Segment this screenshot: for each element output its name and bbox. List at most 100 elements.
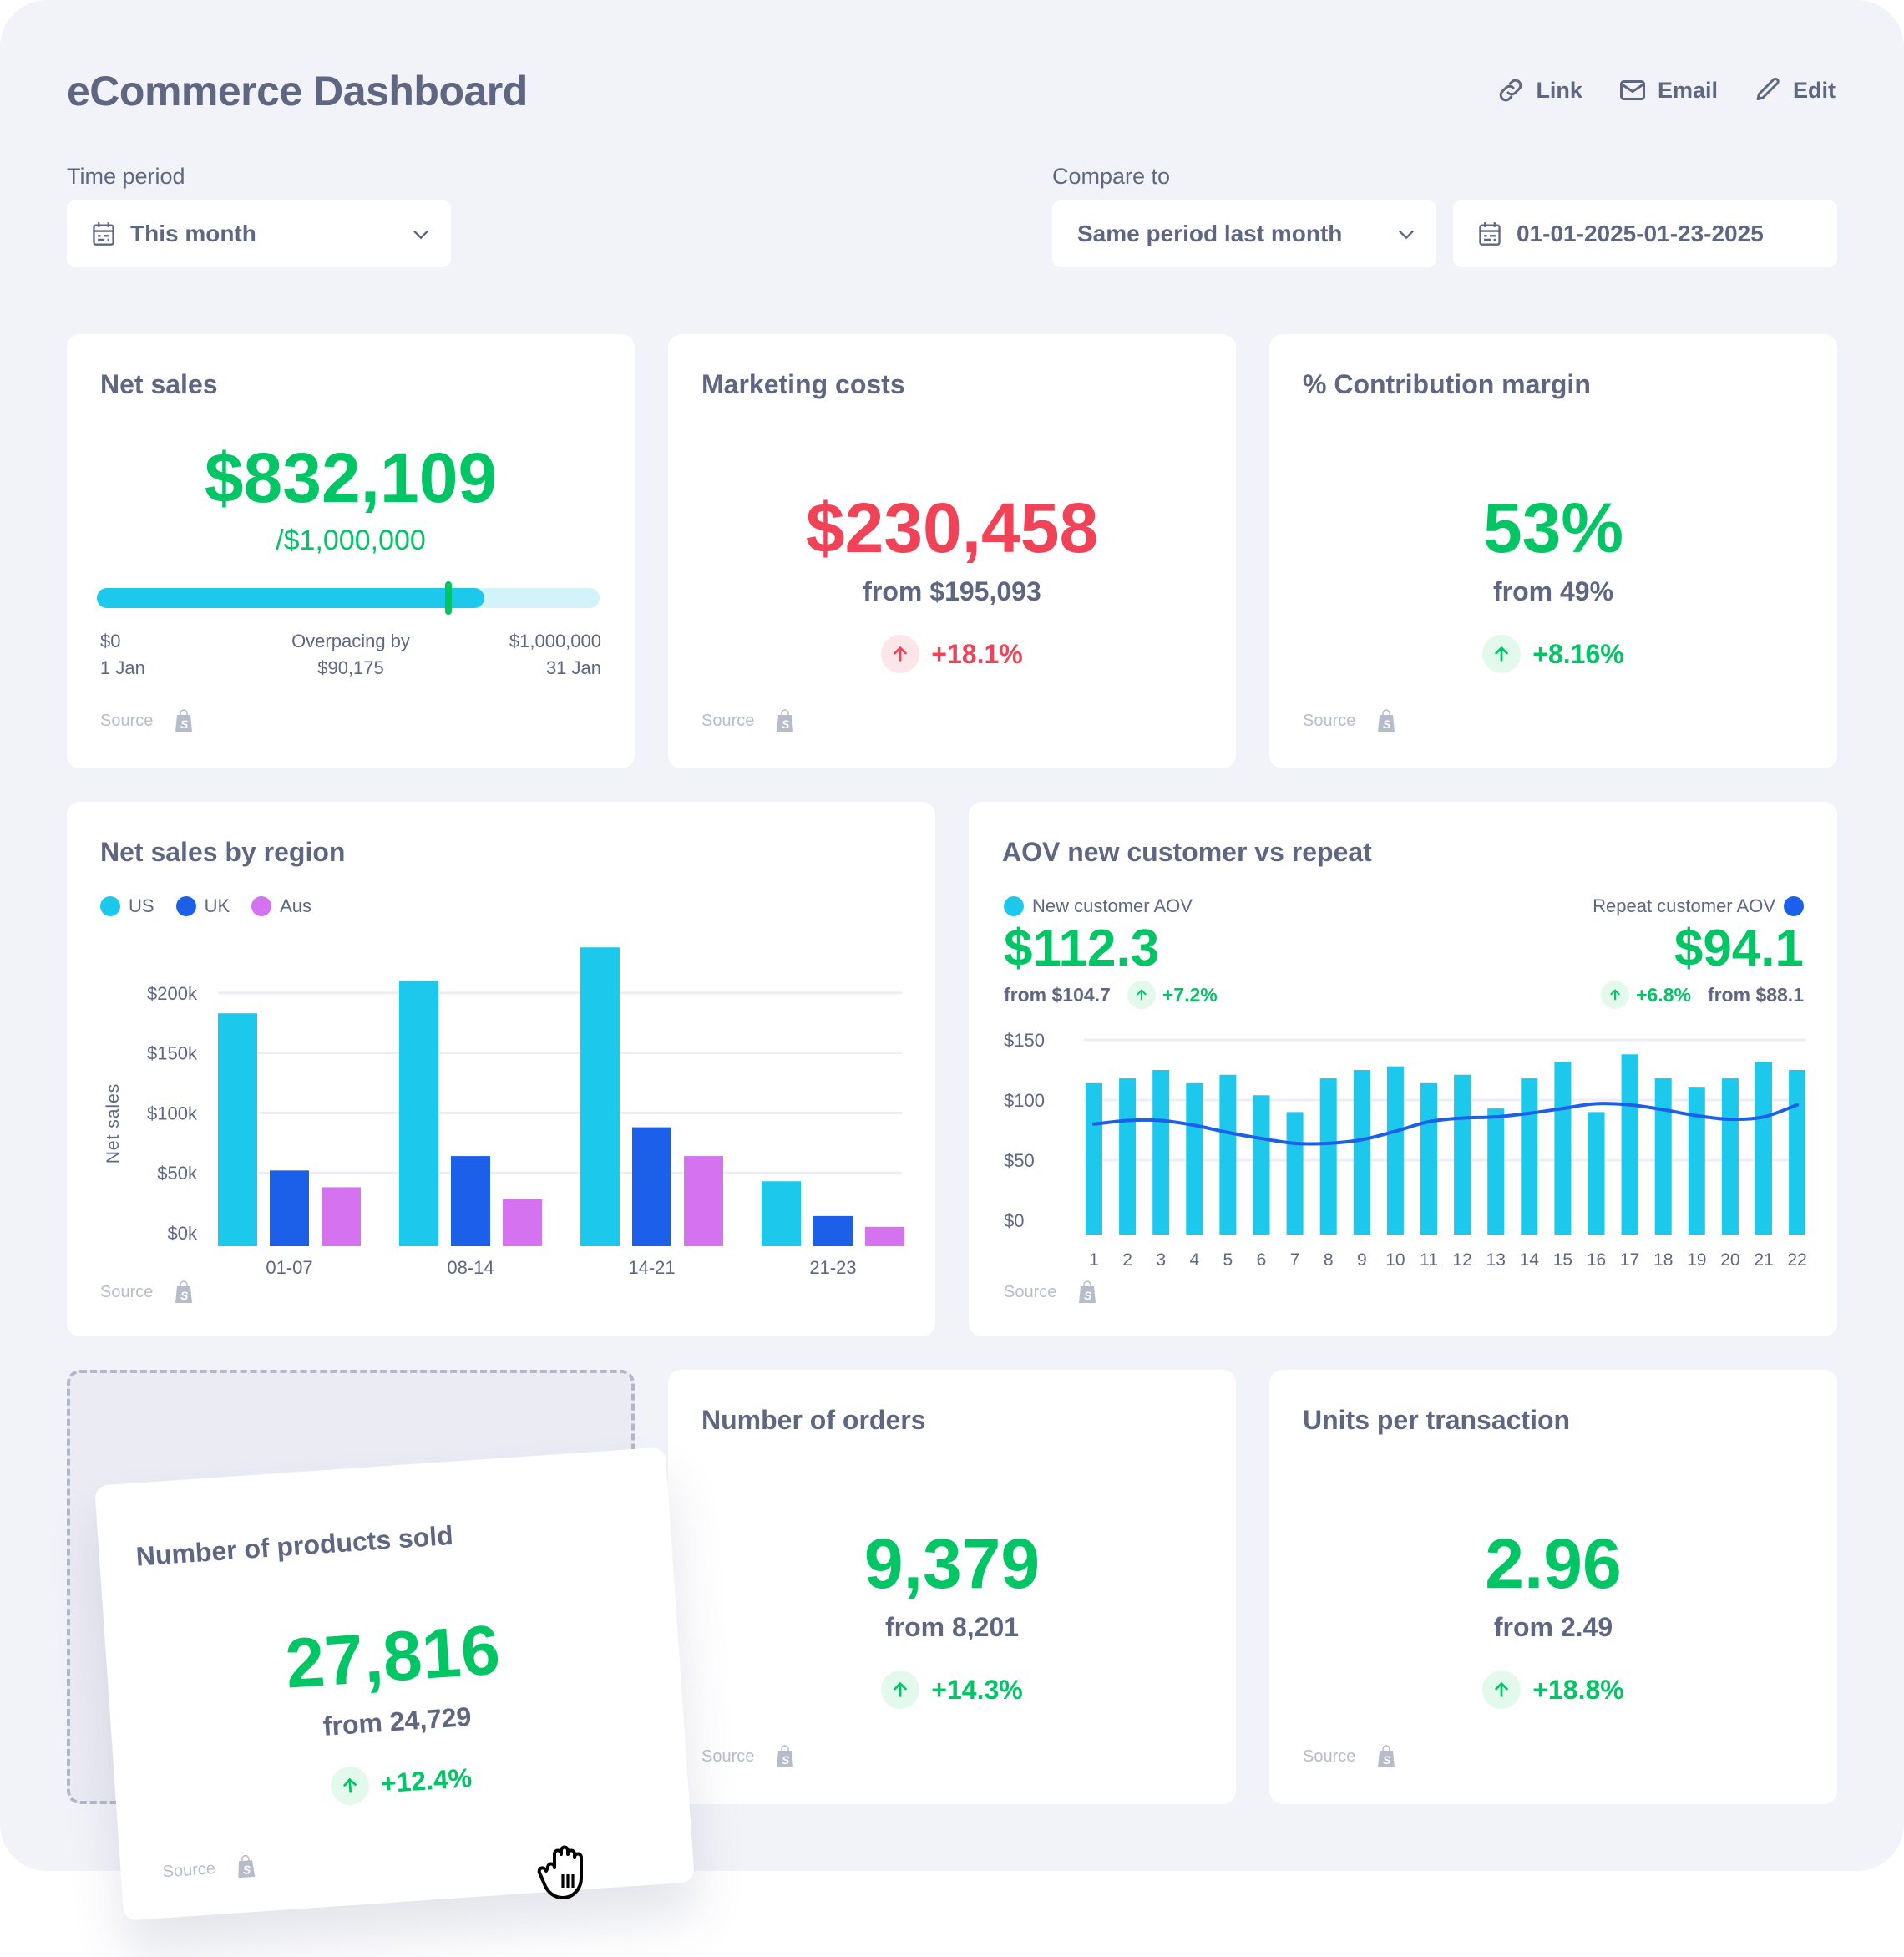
y-tick-label: $50 [1004, 1150, 1035, 1171]
units-value: 2.96 [1485, 1524, 1622, 1603]
x-tick-label: 3 [1156, 1250, 1166, 1270]
bar-new-aov-day-12[interactable] [1454, 1074, 1471, 1235]
bar-new-aov-day-15[interactable] [1554, 1061, 1572, 1235]
x-tick-label: 12 [1452, 1250, 1471, 1270]
bar-uk-21-23[interactable] [813, 1215, 853, 1246]
trend-badge [1482, 1671, 1522, 1709]
bar-new-aov-day-19[interactable] [1688, 1087, 1705, 1235]
bar-new-aov-day-22[interactable] [1789, 1070, 1806, 1235]
arrow-up-icon [343, 1777, 357, 1793]
x-tick-label: 21 [1754, 1250, 1773, 1270]
bar-new-aov-day-2[interactable] [1119, 1078, 1137, 1235]
shopify-icon[interactable]: S [1375, 708, 1397, 733]
net-sales-value: $832,109 [204, 439, 498, 517]
x-tick-label: 7 [1290, 1250, 1300, 1270]
bar-new-aov-day-3[interactable] [1152, 1070, 1170, 1235]
bar-new-aov-day-11[interactable] [1420, 1082, 1437, 1235]
products-sold-delta: +12.4% [114, 1743, 688, 1820]
bar-new-aov-day-16[interactable] [1588, 1112, 1605, 1235]
units-per-transaction-card[interactable]: Units per transaction 2.96 from 2.49 +18… [1269, 1370, 1837, 1804]
shopify-icon[interactable]: S [1076, 1280, 1098, 1305]
products-sold-card-dragging[interactable]: Number of products sold 27,816 from 24,7… [94, 1447, 695, 1921]
bar-new-aov-day-4[interactable] [1186, 1082, 1203, 1235]
link-icon [1500, 79, 1522, 102]
bar-new-aov-day-5[interactable] [1219, 1074, 1237, 1235]
svg-text:S: S [782, 717, 790, 731]
bar-uk-08-14[interactable] [451, 1156, 490, 1246]
source-label: Source [1303, 1747, 1356, 1766]
bar-new-aov-day-20[interactable] [1721, 1078, 1739, 1235]
bar-aus-14-21[interactable] [684, 1156, 723, 1246]
net-sales-by-region-card[interactable]: Net sales by region US UK Aus $0k $50k $10… [67, 802, 935, 1336]
time-period-select[interactable]: This month [67, 200, 451, 267]
source-label: Source [701, 1747, 755, 1766]
compare-to-select[interactable]: Same period last month [1052, 200, 1436, 267]
calendar-icon [93, 222, 114, 246]
bar-new-aov-day-17[interactable] [1621, 1054, 1638, 1235]
source: Source S [701, 1744, 796, 1769]
bar-us-21-23[interactable] [762, 1181, 801, 1246]
y-tick-label: $200k [147, 983, 198, 1004]
end-date: 31 Jan [545, 657, 601, 678]
date-range-picker[interactable]: 01-01-2025-01-23-2025 [1453, 200, 1837, 267]
bar-new-aov-day-14[interactable] [1521, 1078, 1538, 1235]
net-sales-target: /$1,000,000 [276, 525, 426, 556]
arrow-up-icon [1495, 1681, 1509, 1697]
x-tick-label: 1 [1089, 1250, 1099, 1270]
shopify-icon[interactable]: S [235, 1853, 258, 1880]
bar-new-aov-day-8[interactable] [1319, 1078, 1337, 1235]
link-button[interactable]: Link [1496, 75, 1582, 105]
shopify-icon[interactable]: S [173, 1280, 195, 1305]
bar-new-aov-day-7[interactable] [1286, 1112, 1304, 1235]
bar-us-08-14[interactable] [399, 981, 438, 1246]
x-tick-label: 9 [1357, 1250, 1367, 1270]
x-tick-label: 01-07 [266, 1257, 312, 1278]
shopify-icon[interactable]: S [173, 708, 195, 733]
bar-new-aov-day-21[interactable] [1755, 1061, 1772, 1235]
bar-us-01-07[interactable] [218, 1013, 257, 1246]
orders-from: from 8,201 [884, 1612, 1020, 1642]
delta-value: +8.16% [1532, 638, 1624, 669]
card-title: Net sales [100, 369, 218, 399]
orders-card[interactable]: Number of orders 9,379 from 8,201 +14.3%… [668, 1370, 1236, 1804]
delta-value: +18.8% [1532, 1674, 1624, 1705]
marketing-costs-delta: +18.1% [668, 635, 1236, 673]
bar-new-aov-day-9[interactable] [1353, 1070, 1370, 1235]
bar-new-aov-day-6[interactable] [1253, 1095, 1270, 1235]
bar-uk-01-07[interactable] [270, 1170, 309, 1246]
svg-text:S: S [1084, 1289, 1092, 1302]
shopify-icon[interactable]: S [774, 708, 796, 733]
bar-new-aov-day-13[interactable] [1487, 1108, 1505, 1235]
source: Source S [100, 1280, 195, 1305]
pencil-icon [1756, 77, 1780, 100]
aov-card[interactable]: AOV new customer vs repeat New customer … [969, 802, 1837, 1336]
card-title: % Contribution margin [1303, 369, 1591, 399]
y-axis-label: Net sales [104, 1083, 123, 1164]
y-tick-label: $0k [168, 1223, 198, 1244]
shopify-icon[interactable]: S [774, 1744, 796, 1769]
shopify-icon[interactable]: S [1375, 1744, 1397, 1769]
x-tick-label: 6 [1257, 1250, 1267, 1270]
bar-aus-21-23[interactable] [865, 1226, 904, 1246]
bar-aus-01-07[interactable] [322, 1187, 361, 1246]
pacing-label: Overpacing by [291, 631, 410, 651]
email-button[interactable]: Email [1618, 75, 1718, 105]
pacing-amount: $90,175 [317, 657, 384, 678]
source: Source S [701, 708, 796, 733]
x-tick-label: 20 [1720, 1250, 1739, 1270]
bar-new-aov-day-1[interactable] [1086, 1082, 1102, 1235]
edit-label: Edit [1793, 77, 1836, 103]
marketing-costs-card[interactable]: Marketing costs $230,458 from $195,093 +… [668, 334, 1236, 768]
bar-uk-14-21[interactable] [632, 1127, 671, 1246]
bar-us-14-21[interactable] [580, 947, 620, 1246]
delta-value: +12.4% [379, 1762, 473, 1798]
contribution-margin-card[interactable]: % Contribution margin 53% from 49% +8.16… [1269, 334, 1837, 768]
region-bar-chart: $0k $50k $100k $150k $200k Net sales 01-07 08-1… [104, 947, 904, 1278]
bar-new-aov-day-10[interactable] [1386, 1066, 1404, 1235]
source-label: Source [701, 711, 755, 730]
net-sales-card[interactable]: Net sales $832,109 /$1,000,000 $0 1 Jan … [67, 334, 635, 768]
edit-button[interactable]: Edit [1753, 75, 1836, 105]
source-label: Source [100, 711, 154, 730]
bar-new-aov-day-18[interactable] [1654, 1078, 1672, 1235]
bar-aus-08-14[interactable] [503, 1199, 542, 1246]
